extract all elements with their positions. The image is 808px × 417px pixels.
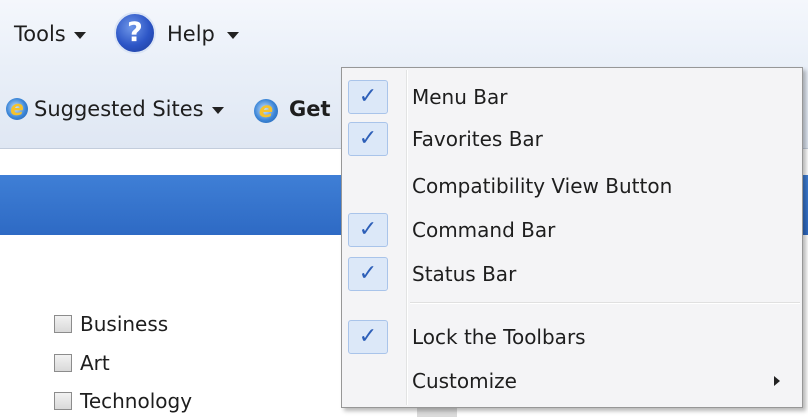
chevron-down-icon (226, 31, 239, 39)
check-icon: ✓ (348, 257, 388, 291)
menu-item-label: Status Bar (412, 262, 517, 286)
tools-menu-button[interactable]: Tools (14, 21, 86, 47)
checkbox-art[interactable]: Art (54, 351, 110, 375)
menu-separator (410, 302, 800, 304)
get-more-add-ons-link[interactable]: Get (289, 96, 331, 122)
checkbox-box[interactable] (54, 354, 72, 372)
checkbox-business[interactable]: Business (54, 312, 168, 336)
menu-item-label: Compatibility View Button (412, 174, 673, 198)
checkbox-box[interactable] (54, 315, 72, 333)
checkbox-technology[interactable]: Technology (54, 389, 192, 413)
checkbox-label: Technology (80, 389, 193, 413)
help-label: Help (167, 22, 215, 46)
chevron-right-icon (774, 376, 780, 386)
check-icon: ✓ (348, 122, 388, 156)
chevron-down-icon (73, 31, 86, 39)
suggested-sites-button[interactable]: Suggested Sites (34, 96, 224, 122)
ie-page-icon: e (254, 99, 278, 123)
command-bar: Tools ? Help (0, 0, 808, 68)
chevron-down-icon (211, 106, 224, 114)
check-icon: ✓ (348, 320, 388, 354)
menu-item-label: Favorites Bar (412, 127, 543, 151)
menu-item-label: Command Bar (412, 218, 556, 242)
check-icon: ✓ (348, 80, 388, 114)
help-menu-button[interactable]: Help (167, 21, 239, 47)
menu-item-lock-the-toolbars[interactable]: ✓ Lock the Toolbars (342, 316, 802, 358)
ie-logo-icon: e (6, 98, 28, 120)
get-label: Get (289, 97, 331, 121)
tools-label: Tools (14, 22, 66, 46)
menu-item-favorites-bar[interactable]: ✓ Favorites Bar (342, 118, 802, 160)
checkbox-label: Business (80, 312, 169, 336)
menu-item-label: Lock the Toolbars (412, 325, 586, 349)
menu-item-menu-bar[interactable]: ✓ Menu Bar (342, 76, 802, 118)
checkbox-box[interactable] (54, 392, 72, 410)
menu-item-compatibility-view-button[interactable]: Compatibility View Button (342, 165, 802, 207)
help-icon[interactable]: ? (114, 12, 156, 54)
menu-item-label: Menu Bar (412, 85, 508, 109)
toolbars-context-menu: ✓ Menu Bar ✓ Favorites Bar Compatibility… (341, 67, 803, 408)
menu-item-status-bar[interactable]: ✓ Status Bar (342, 253, 802, 295)
check-icon: ✓ (348, 213, 388, 247)
menu-item-customize[interactable]: Customize (342, 360, 802, 402)
menu-item-command-bar[interactable]: ✓ Command Bar (342, 209, 802, 251)
menu-item-label: Customize (412, 369, 517, 393)
checkbox-label: Art (80, 351, 110, 375)
suggested-sites-label: Suggested Sites (34, 97, 204, 121)
